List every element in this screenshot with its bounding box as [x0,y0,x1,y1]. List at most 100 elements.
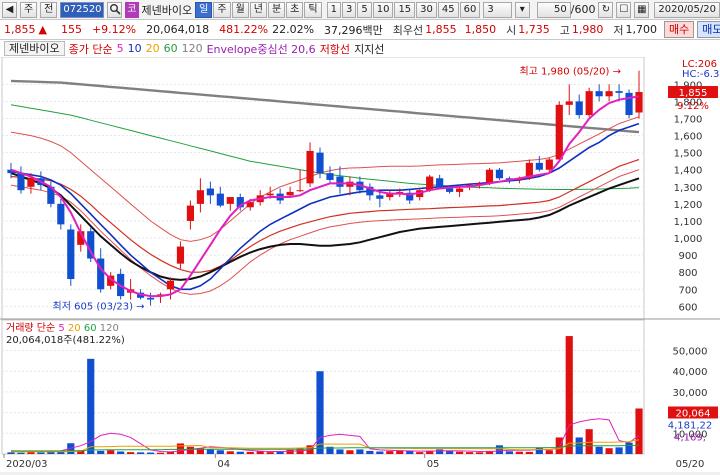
volume-bar [276,451,284,454]
minute-select[interactable]: 3 [483,1,512,18]
minute-button-45[interactable]: 45 [437,1,459,18]
best-bid: 1,855 [425,23,457,36]
minute-button-10[interactable]: 10 [372,1,394,18]
volume-bar [7,452,15,454]
candle-body [176,246,185,264]
candle-body [635,92,643,113]
chart-type-select[interactable]: 주 [19,1,38,18]
minute-button-5[interactable]: 5 [357,1,372,18]
volume-bar [475,452,484,454]
volume-bar [266,452,274,454]
y-tick-label: 1,500 [674,149,703,160]
stock-code-input[interactable]: 072520 [60,1,105,18]
candle-body [316,152,324,174]
period-tab-5[interactable]: 초 [286,1,304,18]
volume-y-tick-label: 50,000 [673,347,708,358]
candle-body [436,178,444,187]
volume-bar [436,449,444,454]
best-ask: 1,850 [464,23,497,36]
minute-button-15[interactable]: 15 [394,1,416,18]
ma-period-120[interactable]: 120 [182,42,203,55]
candle-body [615,91,623,93]
change-pct-marker-label: 9.12% [677,101,709,112]
chevron-down-icon[interactable]: ▾ [514,1,530,18]
candle-body [446,188,454,192]
volume-marker-label: 20,064 [676,408,711,419]
current-price: 1,855 [4,23,36,36]
trade-value: 37,296백만 [324,23,383,37]
ma-period-10[interactable]: 10 [128,42,142,55]
prev-button[interactable]: 전 [40,1,58,18]
period-tab-0[interactable]: 일 [195,1,213,18]
grid-icon[interactable]: ▦ [634,1,650,18]
checkbox-icon[interactable]: ☐ [616,1,632,18]
low-value: 1,700 [625,23,658,36]
period-tab-2[interactable]: 월 [231,1,249,18]
candle-body [57,203,65,225]
stock-name: 제넨바이오 [141,3,193,17]
y-tick-label: 1,000 [674,234,703,245]
volume-bar [37,452,45,454]
minute-button-30[interactable]: 30 [416,1,437,18]
minute-button-60[interactable]: 60 [459,1,481,18]
candle-body [455,188,464,192]
period-tab-4[interactable]: 분 [267,1,286,18]
candle-body [565,101,573,105]
candle-body [326,173,334,180]
stock-tab[interactable]: 제넨바이오 [4,41,65,56]
volume-ma-period: 120 [100,323,119,334]
period-tab-6[interactable]: 틱 [304,1,322,18]
candle-body [376,195,384,199]
volume-bar [366,450,374,454]
minute-button-3[interactable]: 3 [341,1,357,18]
volume-ma-marker-label: 4,181,22 [668,420,713,431]
volume-bar [545,450,553,454]
volume-bar [117,451,125,454]
ma-period-5[interactable]: 5 [117,42,124,55]
open-value: 1,735 [518,23,550,36]
price-volume-chart[interactable]: 1,9001,8001,7001,6001,5001,4001,3001,200… [0,56,720,472]
candle-body [625,92,633,116]
date-field[interactable]: 2020/05/20 [654,1,720,18]
support-label[interactable]: 지지선 [354,41,384,57]
period-tab-3[interactable]: 년 [249,1,267,18]
volume-bar [455,451,464,454]
period-tab-1[interactable]: 주 [213,1,231,18]
ma-label[interactable]: 종가 단순 [69,41,113,57]
candle-body [266,193,274,196]
volume-bar [156,452,165,454]
count-input[interactable]: 50 [536,1,571,18]
ma-period-20[interactable]: 20 [146,42,160,55]
candle-body [186,205,195,221]
volume-y-tick-label: 40,000 [673,367,708,378]
minute-button-1[interactable]: 1 [326,1,341,18]
candle-body [306,150,314,184]
volume-bar [216,450,224,454]
buy-button[interactable]: 매수 [664,21,695,38]
open-label: 시 [506,23,517,37]
data-count: 50 /600 [536,1,595,18]
volume-bar [107,450,115,454]
resistance-label[interactable]: 저항선 [320,41,350,57]
sell-button[interactable]: 매도 [697,21,720,38]
high-value: 1,980 [571,23,604,36]
candle-body [206,188,214,196]
candle-body [595,91,603,97]
candle-body [216,193,224,206]
envelope-label[interactable]: Envelope중심선 20,6 [207,41,316,57]
hc-label: HC:-6.3 [682,69,719,80]
volume-ma-period: 60 [84,323,100,334]
chart-area[interactable]: 1,900 1,800 1,700 1,600 1,500 1,400 1,300 1,200… [0,56,720,472]
volume-ma-period: 5 [58,323,68,334]
search-icon[interactable] [107,1,123,18]
volume-bar [336,449,344,454]
volume-bar [186,446,195,454]
volume-bar [505,451,514,454]
low-annotation: 최저 605 (03/23) → [53,300,145,312]
refresh-icon[interactable]: ↻ [598,1,614,18]
volume-bar [226,451,234,454]
ma-period-60[interactable]: 60 [164,42,178,55]
nav-left-button[interactable]: ◀ [2,1,17,18]
y-tick-label: 800 [678,268,697,279]
candle-body [336,176,344,187]
